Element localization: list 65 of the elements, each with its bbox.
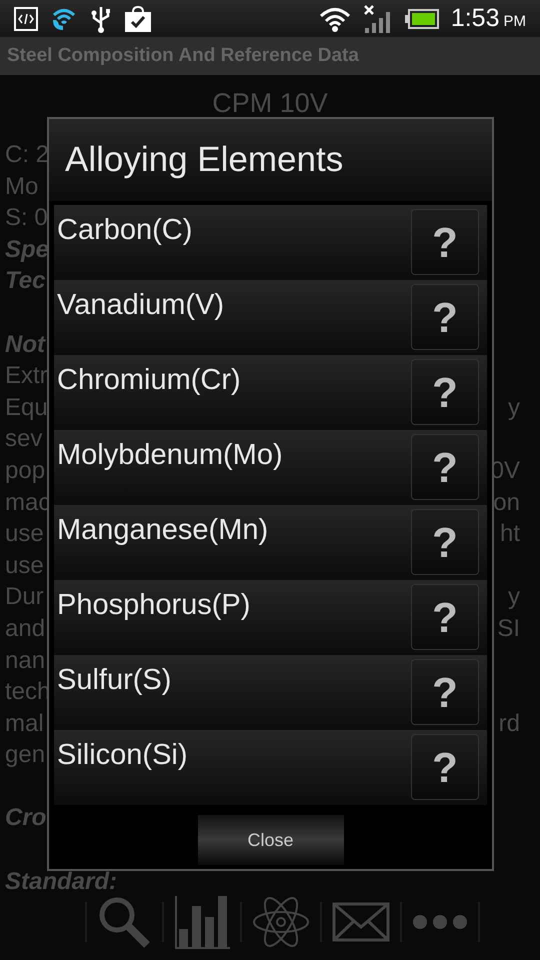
help-button[interactable]: ? bbox=[411, 434, 479, 500]
body-text: y bbox=[508, 582, 521, 612]
usb-icon bbox=[90, 4, 112, 32]
help-button[interactable]: ? bbox=[411, 734, 479, 800]
body-text: SI bbox=[497, 614, 521, 644]
help-button[interactable]: ? bbox=[411, 209, 479, 275]
element-name: Sulfur(S) bbox=[57, 663, 172, 698]
clock-time: 1:53 bbox=[450, 2, 500, 34]
store-bag-icon bbox=[124, 4, 152, 32]
body-text: use bbox=[5, 550, 44, 581]
body-text: ht bbox=[500, 519, 521, 550]
body-text: S: 0 bbox=[5, 203, 48, 234]
body-text: on bbox=[493, 488, 521, 518]
element-row[interactable]: Vanadium(V) ? bbox=[54, 280, 487, 355]
close-button[interactable]: Close bbox=[198, 815, 344, 865]
element-row[interactable]: Carbon(C) ? bbox=[54, 205, 487, 280]
envelope-icon[interactable] bbox=[332, 902, 390, 942]
body-text: pop bbox=[5, 456, 46, 486]
element-row[interactable]: Silicon(Si) ? bbox=[54, 730, 487, 805]
body-text: y bbox=[508, 392, 521, 423]
app-title: Steel Composition And Reference Data bbox=[7, 44, 359, 68]
help-button[interactable]: ? bbox=[411, 509, 479, 575]
body-text: Extr bbox=[5, 361, 48, 392]
body-text: mal bbox=[5, 708, 44, 739]
body-text: Equ bbox=[5, 392, 48, 423]
body-text: Dur bbox=[5, 582, 44, 612]
body-text: sev bbox=[5, 424, 42, 454]
body-text: Mo bbox=[5, 172, 38, 202]
dialog-title: Alloying Elements bbox=[65, 138, 344, 181]
element-name: Carbon(C) bbox=[57, 213, 192, 248]
battery-icon bbox=[404, 8, 439, 28]
section-heading: Standard: bbox=[5, 866, 118, 897]
body-text: C: 2 bbox=[5, 140, 50, 170]
help-button[interactable]: ? bbox=[411, 659, 479, 725]
element-row[interactable]: Molybdenum(Mo) ? bbox=[54, 430, 487, 505]
element-name: Manganese(Mn) bbox=[57, 513, 268, 548]
bar-chart-icon[interactable] bbox=[174, 894, 230, 950]
body-text: and bbox=[5, 614, 46, 644]
element-row[interactable]: Phosphorus(P) ? bbox=[54, 580, 487, 655]
element-row[interactable]: Chromium(Cr) ? bbox=[54, 355, 487, 430]
body-text: use bbox=[5, 519, 44, 550]
element-row[interactable]: Sulfur(S) ? bbox=[54, 655, 487, 730]
help-button[interactable]: ? bbox=[411, 359, 479, 425]
body-text: gen bbox=[5, 740, 46, 770]
wifi-icon bbox=[318, 6, 351, 32]
signal-icon bbox=[362, 4, 393, 34]
help-button[interactable]: ? bbox=[411, 284, 479, 350]
element-name: Chromium(Cr) bbox=[57, 363, 241, 398]
element-name: Silicon(Si) bbox=[57, 738, 188, 773]
section-heading: Spe bbox=[5, 234, 50, 265]
body-text: rd bbox=[498, 708, 521, 739]
help-button[interactable]: ? bbox=[411, 584, 479, 650]
body-text: nan bbox=[5, 646, 46, 676]
more-icon[interactable] bbox=[412, 914, 468, 930]
code-icon bbox=[14, 6, 38, 30]
element-name: Vanadium(V) bbox=[57, 288, 224, 323]
element-row[interactable]: Manganese(Mn) ? bbox=[54, 505, 487, 580]
clock-period: PM bbox=[504, 12, 526, 32]
steel-name: CPM 10V bbox=[212, 87, 328, 119]
search-icon[interactable] bbox=[97, 894, 152, 950]
element-name: Molybdenum(Mo) bbox=[57, 438, 283, 473]
section-heading: Cro bbox=[5, 803, 46, 834]
section-heading: Tec bbox=[5, 266, 46, 296]
section-heading: Not bbox=[5, 330, 45, 360]
element-name: Phosphorus(P) bbox=[57, 588, 250, 623]
